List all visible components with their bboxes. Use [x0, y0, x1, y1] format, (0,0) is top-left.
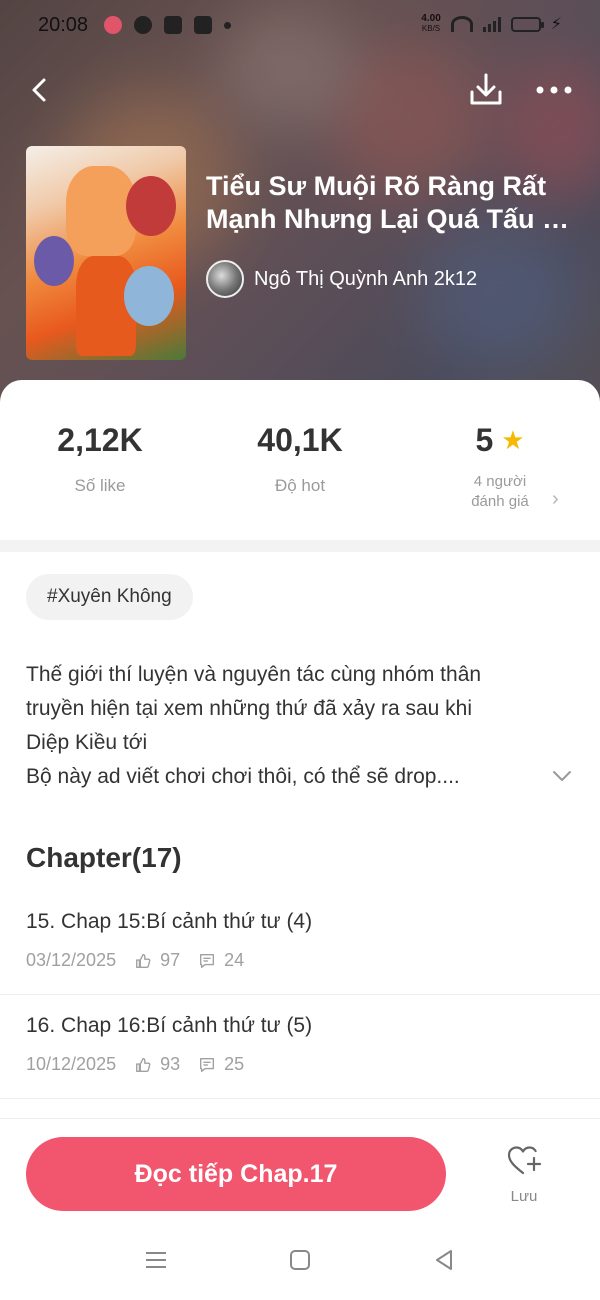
nav-menu-icon — [146, 1252, 166, 1268]
hot-label: Độ hot — [274, 476, 326, 495]
stat-hot: 40,1K Độ hot — [200, 420, 400, 496]
chapter-item[interactable]: 16. Chap 16:Bí cảnh thứ tư (5) 10/12/202… — [0, 1014, 600, 1118]
chapter-date: 03/12/2025 — [26, 950, 117, 970]
back-icon — [32, 78, 46, 102]
continue-reading-button[interactable]: Đọc tiếp Chap.17 — [26, 1137, 446, 1211]
description-line: Diệp Kiều tới — [26, 731, 148, 754]
bottom-action-bar: Đọc tiếp Chap.17 Lưu — [0, 1118, 600, 1228]
comment-icon — [200, 1057, 215, 1072]
chapter-meta: 10/12/2025 93 25 — [26, 1054, 262, 1075]
author-avatar — [206, 260, 244, 298]
hot-value: 40,1K — [257, 421, 343, 458]
save-button[interactable]: Lưu — [492, 1143, 556, 1213]
nav-home-button[interactable] — [288, 1248, 312, 1272]
network-speed-unit: KB/S — [421, 24, 441, 33]
chapter-likes: 97 — [160, 950, 181, 970]
more-notifications-icon — [224, 21, 231, 29]
wifi-icon — [450, 16, 473, 32]
content-sheet: 2,12K Số like 40,1K Độ hot 5 ★ 4 người đ… — [0, 380, 600, 1300]
rating-count-label-2: đánh giá — [471, 493, 529, 510]
rating-count-label: 4 người — [473, 473, 527, 490]
description-line: Bộ này ad viết chơi chơi thôi, có thể sẽ… — [26, 765, 460, 788]
more-button[interactable] — [532, 70, 576, 110]
row-divider — [0, 1098, 600, 1099]
row-divider — [0, 994, 600, 995]
story-description: Thế giới thí luyện và nguyên tác cùng nh… — [26, 658, 536, 794]
app-notification-icon — [104, 16, 122, 34]
chapter-heading[interactable]: Chapter(17) — [26, 842, 182, 874]
chapter-comments: 25 — [224, 1054, 245, 1074]
nav-menu-button[interactable] — [144, 1248, 168, 1272]
like-icon — [136, 953, 151, 968]
nav-back-icon — [436, 1250, 452, 1270]
section-divider — [0, 540, 600, 552]
nav-home-icon — [290, 1250, 310, 1270]
battery-icon — [510, 16, 544, 32]
description-line: Thế giới thí luyện và nguyên tác cùng nh… — [26, 663, 482, 686]
stat-likes: 2,12K Số like — [0, 420, 200, 496]
save-label: Lưu — [510, 1188, 538, 1205]
chapter-title: 16. Chap 16:Bí cảnh thứ tư (5) — [26, 1014, 313, 1037]
chevron-right-icon[interactable]: › — [552, 488, 559, 511]
rating-value: 5 — [475, 421, 494, 458]
chapter-comments: 24 — [224, 950, 245, 970]
stats-row: 2,12K Số like 40,1K Độ hot 5 ★ 4 người đ… — [0, 420, 600, 530]
network-speed-value: 4.00 — [421, 13, 441, 24]
author-name: Ngô Thị Quỳnh Anh 2k12 — [254, 267, 478, 290]
system-status: 4.00 KB/S ⚡ — [421, 14, 562, 34]
status-bar: 20:08 4.00 KB/S ⚡ — [0, 0, 600, 52]
stat-rating[interactable]: 5 ★ 4 người đánh giá — [400, 420, 600, 512]
author-link[interactable]: Ngô Thị Quỳnh Anh 2k12 — [206, 260, 477, 298]
download-button[interactable] — [466, 70, 506, 110]
story-cover-image[interactable] — [26, 146, 186, 360]
nav-back-button[interactable] — [432, 1248, 456, 1272]
signal-icon — [482, 16, 501, 32]
expand-description-button[interactable] — [550, 764, 574, 788]
chapter-likes: 93 — [160, 1054, 181, 1074]
more-icon — [536, 86, 572, 94]
back-button[interactable] — [22, 70, 62, 110]
chapter-item[interactable]: 15. Chap 15:Bí cảnh thứ tư (4) 03/12/202… — [0, 910, 600, 1014]
star-icon: ★ — [501, 424, 525, 455]
app-notification-icon — [194, 16, 212, 34]
charging-icon: ⚡ — [550, 16, 562, 33]
top-bar — [0, 60, 600, 120]
chapter-title: 15. Chap 15:Bí cảnh thứ tư (4) — [26, 910, 313, 933]
chapter-meta: 03/12/2025 97 24 — [26, 950, 262, 971]
comment-icon — [200, 953, 215, 968]
download-icon — [470, 73, 502, 105]
genre-tag[interactable]: #Xuyên Không — [26, 574, 193, 620]
system-navigation-bar — [0, 1228, 600, 1300]
chapter-date: 10/12/2025 — [26, 1054, 117, 1074]
status-time: 20:08 — [38, 14, 89, 36]
facebook-icon — [134, 16, 152, 34]
notification-icons — [104, 16, 231, 34]
chevron-down-icon — [553, 771, 571, 781]
story-title: Tiểu Sư Muội Rõ Ràng Rất Mạnh Nhưng Lại … — [206, 171, 570, 234]
network-speed: 4.00 KB/S — [421, 14, 440, 34]
heart-plus-icon — [507, 1146, 542, 1175]
description-line: truyền hiện tại xem những thứ đã xảy ra … — [26, 697, 473, 720]
likes-value: 2,12K — [57, 421, 143, 458]
like-icon — [136, 1057, 151, 1072]
app-notification-icon — [164, 16, 182, 34]
likes-label: Số like — [74, 476, 126, 495]
